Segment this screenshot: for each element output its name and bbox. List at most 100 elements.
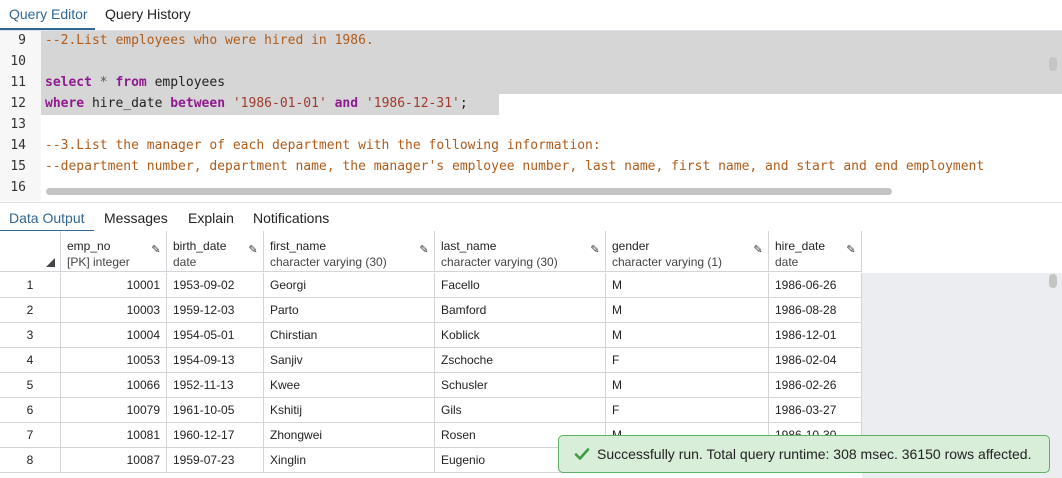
table-row[interactable]: 3 10004 1954-05-01 Chirstian Koblick M 1986-12…	[0, 323, 862, 348]
line-number: 12	[10, 96, 26, 111]
cell-first-name[interactable]: Kwee	[264, 373, 435, 398]
code-token: where	[45, 96, 85, 111]
cell-last-name[interactable]: Schusler	[435, 373, 606, 398]
code-line[interactable]: 13	[0, 115, 1062, 136]
cell-birth-date[interactable]: 1960-12-17	[167, 423, 264, 448]
cell-last-name[interactable]: Gils	[435, 398, 606, 423]
cell-emp-no[interactable]: 10001	[61, 273, 167, 298]
cell-hire-date[interactable]: 1986-12-01	[769, 323, 862, 348]
cell-first-name[interactable]: Parto	[264, 298, 435, 323]
table-row[interactable]: 1 10001 1953-09-02 Georgi Facello M 1986-06-26	[0, 273, 862, 298]
row-number[interactable]: 2	[0, 298, 61, 323]
pencil-icon[interactable]: ✎	[150, 244, 162, 256]
cell-first-name[interactable]: Xinglin	[264, 448, 435, 473]
cell-emp-no[interactable]: 10087	[61, 448, 167, 473]
code-line[interactable]: 12 where hire_date between '1986-01-01' a…	[0, 94, 1062, 115]
cell-emp-no[interactable]: 10003	[61, 298, 167, 323]
row-number[interactable]: 8	[0, 448, 61, 473]
cell-first-name[interactable]: Georgi	[264, 273, 435, 298]
cell-first-name[interactable]: Zhongwei	[264, 423, 435, 448]
code-line[interactable]: 9 --2.List employees who were hired in 19…	[0, 31, 1062, 52]
column-header-gender[interactable]: gender character varying (1) ✎	[606, 231, 769, 272]
line-number: 15	[10, 159, 26, 174]
pencil-icon[interactable]: ✎	[845, 244, 857, 256]
cell-hire-date[interactable]: 1986-02-26	[769, 373, 862, 398]
table-row[interactable]: 5 10066 1952-11-13 Kwee Schusler M 1986-02-26	[0, 373, 862, 398]
table-row[interactable]: 4 10053 1954-09-13 Sanjiv Zschoche F 1986-02-0…	[0, 348, 862, 373]
query-tabs: Query Editor Query History	[0, 0, 1062, 31]
cell-birth-date[interactable]: 1952-11-13	[167, 373, 264, 398]
cell-last-name[interactable]: Zschoche	[435, 348, 606, 373]
cell-birth-date[interactable]: 1954-05-01	[167, 323, 264, 348]
code-line[interactable]: 10	[0, 52, 1062, 73]
grid-vertical-scroll-thumb[interactable]	[1049, 274, 1057, 288]
cell-birth-date[interactable]: 1953-09-02	[167, 273, 264, 298]
pencil-icon[interactable]: ✎	[247, 244, 259, 256]
cell-hire-date[interactable]: 1986-02-04	[769, 348, 862, 373]
tab-data-output[interactable]: Data Output	[9, 210, 85, 226]
row-number[interactable]: 5	[0, 373, 61, 398]
cell-last-name[interactable]: Facello	[435, 273, 606, 298]
column-header-first-name[interactable]: first_name character varying (30) ✎	[264, 231, 435, 272]
cell-emp-no[interactable]: 10004	[61, 323, 167, 348]
cell-hire-date[interactable]: 1986-08-28	[769, 298, 862, 323]
cell-gender[interactable]: M	[606, 323, 769, 348]
code-token: '1986-01-01'	[232, 96, 327, 111]
code-line[interactable]: 14 --3.List the manager of each departmen…	[0, 136, 1062, 157]
pencil-icon[interactable]: ✎	[418, 244, 430, 256]
cell-last-name[interactable]: Koblick	[435, 323, 606, 348]
column-type: character varying (1)	[612, 255, 723, 269]
cell-birth-date[interactable]: 1959-07-23	[167, 448, 264, 473]
column-type: [PK] integer	[67, 255, 130, 269]
cell-gender[interactable]: M	[606, 373, 769, 398]
tab-messages[interactable]: Messages	[104, 210, 168, 226]
tab-query-history[interactable]: Query History	[105, 6, 191, 22]
pencil-icon[interactable]: ✎	[752, 244, 764, 256]
column-type: date	[173, 255, 197, 269]
code-text: --3.List the manager of each department …	[45, 138, 601, 153]
code-line[interactable]: 15 --department number, department name, …	[0, 157, 1062, 178]
cell-emp-no[interactable]: 10053	[61, 348, 167, 373]
cell-birth-date[interactable]: 1959-12-03	[167, 298, 264, 323]
cell-birth-date[interactable]: 1954-09-13	[167, 348, 264, 373]
column-header-last-name[interactable]: last_name character varying (30) ✎	[435, 231, 606, 272]
editor-vertical-scroll-thumb[interactable]	[1049, 57, 1057, 71]
code-token: ;	[459, 96, 468, 111]
row-number[interactable]: 6	[0, 398, 61, 423]
cell-hire-date[interactable]: 1986-03-27	[769, 398, 862, 423]
code-token: between	[170, 96, 226, 111]
tab-notifications[interactable]: Notifications	[253, 210, 329, 226]
column-header-emp-no[interactable]: emp_no [PK] integer ✎	[61, 231, 167, 272]
cell-emp-no[interactable]: 10081	[61, 423, 167, 448]
cell-birth-date[interactable]: 1961-10-05	[167, 398, 264, 423]
row-number[interactable]: 4	[0, 348, 61, 373]
cell-gender[interactable]: M	[606, 273, 769, 298]
cell-emp-no[interactable]: 10066	[61, 373, 167, 398]
cell-first-name[interactable]: Chirstian	[264, 323, 435, 348]
cell-last-name[interactable]: Bamford	[435, 298, 606, 323]
code-line[interactable]: 11 select * from employees	[0, 73, 1062, 94]
column-header-hire-date[interactable]: hire_date date ✎	[769, 231, 862, 272]
sql-editor[interactable]: 9 --2.List employees who were hired in 19…	[0, 31, 1062, 201]
column-name: gender	[612, 239, 650, 253]
editor-horizontal-scroll-thumb[interactable]	[46, 188, 892, 195]
check-icon	[574, 448, 590, 460]
cell-emp-no[interactable]: 10079	[61, 398, 167, 423]
row-number[interactable]: 7	[0, 423, 61, 448]
cell-hire-date[interactable]: 1986-06-26	[769, 273, 862, 298]
row-header-corner[interactable]	[0, 231, 61, 272]
cell-gender[interactable]: F	[606, 398, 769, 423]
pencil-icon[interactable]: ✎	[589, 244, 601, 256]
row-number[interactable]: 3	[0, 323, 61, 348]
cell-first-name[interactable]: Sanjiv	[264, 348, 435, 373]
cell-first-name[interactable]: Kshitij	[264, 398, 435, 423]
table-row[interactable]: 6 10079 1961-10-05 Kshitij Gils F 1986-03-27	[0, 398, 862, 423]
column-header-birth-date[interactable]: birth_date date ✎	[167, 231, 264, 272]
tab-explain[interactable]: Explain	[188, 210, 234, 226]
tab-query-editor[interactable]: Query Editor	[9, 6, 88, 22]
column-name: first_name	[270, 239, 327, 253]
cell-gender[interactable]: F	[606, 348, 769, 373]
table-row[interactable]: 2 10003 1959-12-03 Parto Bamford M 1986-08-28	[0, 298, 862, 323]
cell-gender[interactable]: M	[606, 298, 769, 323]
row-number[interactable]: 1	[0, 273, 61, 298]
